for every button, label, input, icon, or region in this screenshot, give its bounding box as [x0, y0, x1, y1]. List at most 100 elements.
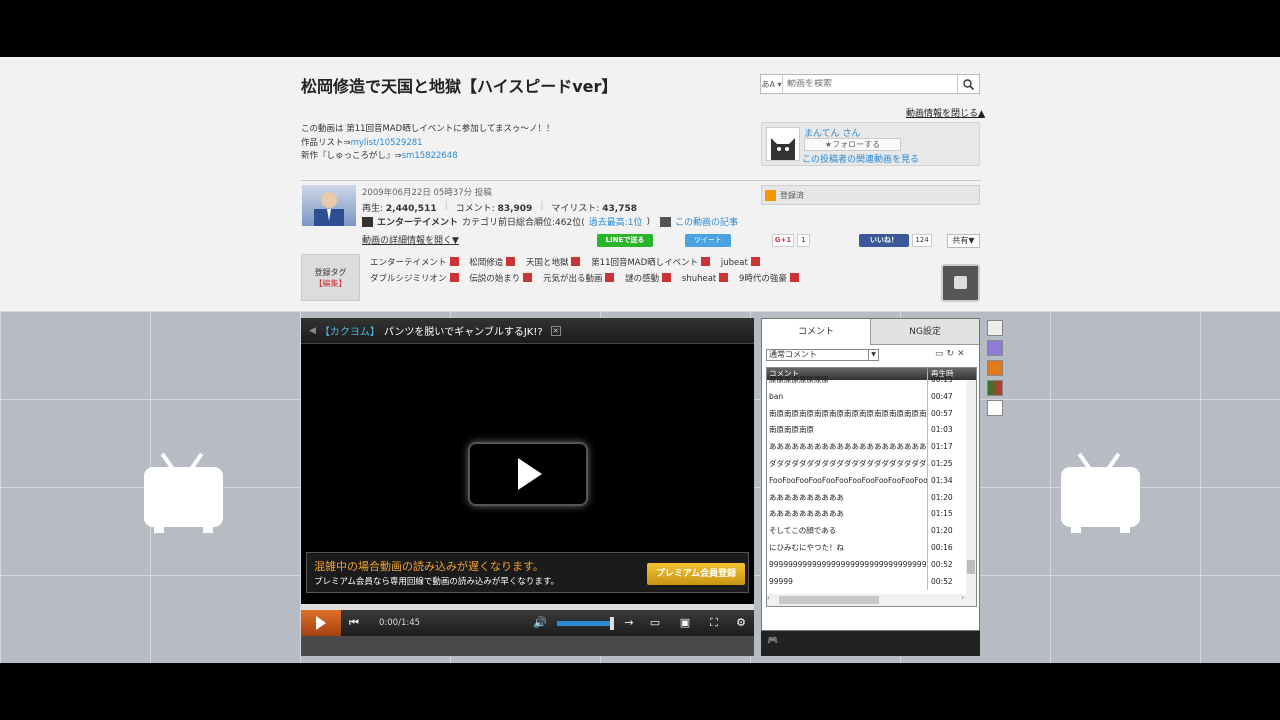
tag-item[interactable]: jubeat — [721, 255, 760, 271]
gplus-button[interactable]: G+1 — [772, 234, 794, 247]
comment-row[interactable]: にひみむにやつた！ね 00:16 — [767, 539, 976, 557]
blank-icon[interactable] — [987, 400, 1003, 416]
scrollbar-thumb[interactable] — [967, 560, 975, 574]
gamepad-icon[interactable]: 🎮 — [767, 636, 781, 650]
owner-related-link[interactable]: この投稿者の関連動画を見る — [802, 152, 919, 165]
tab-ng-settings[interactable]: NG設定 — [870, 319, 979, 345]
volume-icon[interactable]: 🔊 — [533, 616, 547, 629]
dictionary-icon[interactable] — [750, 257, 760, 266]
owner-avatar[interactable] — [766, 127, 800, 161]
play-pause-button[interactable] — [301, 610, 341, 636]
tag-item[interactable]: 9時代の強豪 — [739, 271, 799, 287]
bookmark-icon[interactable] — [987, 320, 1003, 336]
comment-row[interactable]: 南原南原南原 01:03 — [767, 422, 976, 440]
vertical-scrollbar[interactable] — [966, 380, 976, 594]
comment-row[interactable]: ban 00:47 — [767, 388, 976, 406]
comment-row[interactable]: ああああああああああああああああああああああ… 01:17 — [767, 439, 976, 456]
pumpkin-icon[interactable] — [987, 360, 1003, 376]
comment-list[interactable]: コメント 再生時 原原原原原原原原 00:13 ban 00:47 南原南原南原南原… — [766, 367, 977, 607]
open-details-link[interactable]: 動画の詳細情報を開く▼ — [362, 233, 459, 246]
repeat-icon[interactable]: → — [621, 616, 637, 630]
tag-item[interactable]: エンターテイメント — [370, 255, 459, 271]
scroll-left-icon[interactable]: ‹ — [767, 594, 770, 602]
refresh-icon[interactable]: ↻ — [947, 349, 958, 359]
comment-row[interactable]: ダダダダダダダダダダダダダダダダダダダダダダ… 01:25 — [767, 455, 976, 473]
flag-icon[interactable] — [987, 380, 1003, 396]
big-play-button[interactable] — [468, 442, 588, 506]
comment-type-select[interactable]: 通常コメント ▼ — [766, 349, 879, 361]
ticker-close-button[interactable]: × — [550, 325, 561, 336]
new-work-link[interactable]: sm15822648 — [402, 151, 458, 161]
video-stats: 再生: 2,440,511 | コメント: 83,909 | マイリスト: 43… — [362, 201, 637, 214]
tag-item[interactable]: 第11回音MAD晒しイベント — [591, 255, 711, 271]
dictionary-icon[interactable] — [449, 273, 459, 282]
tag-label: shuheat — [681, 274, 717, 284]
skip-back-icon[interactable]: ⏮ — [349, 616, 365, 630]
facebook-like-button[interactable]: いいね！ — [859, 234, 909, 247]
comment-row[interactable]: 99999 00:52 — [767, 573, 976, 591]
comment-toggle-icon[interactable]: ▭ — [647, 616, 663, 630]
comment-row[interactable]: 999999999999999999999999999999999999…00:… — [767, 556, 976, 574]
dictionary-icon[interactable] — [523, 273, 533, 282]
category-link[interactable]: エンターテイメント — [377, 215, 458, 228]
search-language-select[interactable]: あA ▾ — [761, 75, 783, 93]
fullscreen-icon[interactable]: ⛶ — [706, 616, 722, 630]
dictionary-icon[interactable] — [719, 273, 729, 282]
tag-item[interactable]: 伝説の始まり — [469, 271, 533, 287]
volume-slider[interactable] — [557, 621, 613, 626]
ticker-prev-icon[interactable]: ◀ — [309, 326, 316, 336]
character-icon[interactable] — [987, 340, 1003, 356]
volume-knob[interactable] — [610, 617, 614, 630]
tab-comment[interactable]: コメント — [762, 319, 870, 345]
premium-register-button[interactable]: プレミアム会員登録 — [647, 563, 745, 585]
search-button[interactable] — [957, 75, 979, 93]
tag-edit-link[interactable]: 【編集】 — [302, 278, 359, 289]
settings-gear-icon[interactable]: ⚙ — [733, 616, 749, 630]
comment-row[interactable]: FooFooFooFooFooFooFooFooFooFooFooFoo… 01:… — [767, 472, 976, 490]
screen-size-icon[interactable]: ▣ — [677, 616, 693, 630]
tag-item[interactable]: 天国と地獄 — [526, 255, 581, 271]
horizontal-scrollbar[interactable]: ‹ › — [767, 594, 976, 606]
mylist-link[interactable]: mylist/10529281 — [351, 138, 423, 148]
article-link[interactable]: この動画の記事 — [675, 215, 738, 228]
tv-mascot-icon — [144, 452, 223, 533]
tag-item[interactable]: 松岡修造 — [469, 255, 516, 271]
line-share-button[interactable]: LINEで送る — [597, 234, 653, 247]
tag-edit-box[interactable]: 登録タグ 【編集】 — [301, 254, 360, 301]
close-info-link[interactable]: 動画情報を閉じる▲ — [906, 106, 985, 119]
dictionary-icon[interactable] — [506, 257, 516, 266]
dictionary-icon[interactable] — [449, 257, 459, 266]
tag-item[interactable]: 元気が出る動画 — [543, 271, 615, 287]
app-icon-button[interactable] — [941, 264, 980, 302]
tag-item[interactable]: ダブルシジミリオン — [370, 271, 459, 287]
registered-box[interactable]: 登録済 — [761, 185, 980, 205]
search-input[interactable] — [783, 79, 957, 89]
window-icon[interactable]: ▭ — [935, 349, 947, 359]
scroll-right-icon[interactable]: › — [961, 594, 964, 602]
video-thumbnail[interactable] — [302, 185, 356, 226]
ticker-text[interactable]: パンツを脱いでギャンブルするJK!? — [384, 323, 543, 338]
dictionary-icon[interactable] — [701, 257, 711, 266]
comment-row[interactable]: 南原南原南原南原南原南原南原南原南原南原南原… 00:57 — [767, 405, 976, 423]
tag-item[interactable]: shuheat — [681, 271, 729, 287]
close-icon[interactable]: ✕ — [957, 349, 968, 359]
comment-row[interactable]: ああああああああああ 01:20 — [767, 489, 976, 507]
dictionary-icon[interactable] — [662, 273, 672, 282]
ranking-link[interactable]: 過去最高:1位 — [589, 215, 643, 228]
comment-row[interactable]: そしてこの顔である 01:20 — [767, 523, 976, 540]
tv-mascot-icon — [1061, 452, 1140, 533]
dictionary-icon[interactable] — [571, 257, 581, 266]
comment-row[interactable]: 原原原原原原原原 00:13 — [767, 372, 976, 389]
comment-row[interactable]: ああああああああああ 01:15 — [767, 506, 976, 524]
tweet-button[interactable]: ツイート — [685, 234, 731, 247]
follow-button[interactable]: ★フォローする — [804, 138, 901, 151]
dictionary-icon[interactable] — [605, 273, 615, 282]
share-dropdown[interactable]: 共有▼ — [947, 234, 980, 248]
scrollbar-thumb[interactable] — [779, 596, 879, 604]
comment-text: 南原南原南原 — [769, 425, 814, 435]
ad-ticker[interactable]: ◀ 【カクヨム】 パンツを脱いでギャンブルするJK!? × — [301, 318, 754, 344]
dictionary-icon[interactable] — [789, 273, 799, 282]
mylist-count: 43,758 — [602, 204, 638, 214]
tag-item[interactable]: 謎の感動 — [625, 271, 672, 287]
video-search[interactable]: あA ▾ — [760, 74, 980, 94]
